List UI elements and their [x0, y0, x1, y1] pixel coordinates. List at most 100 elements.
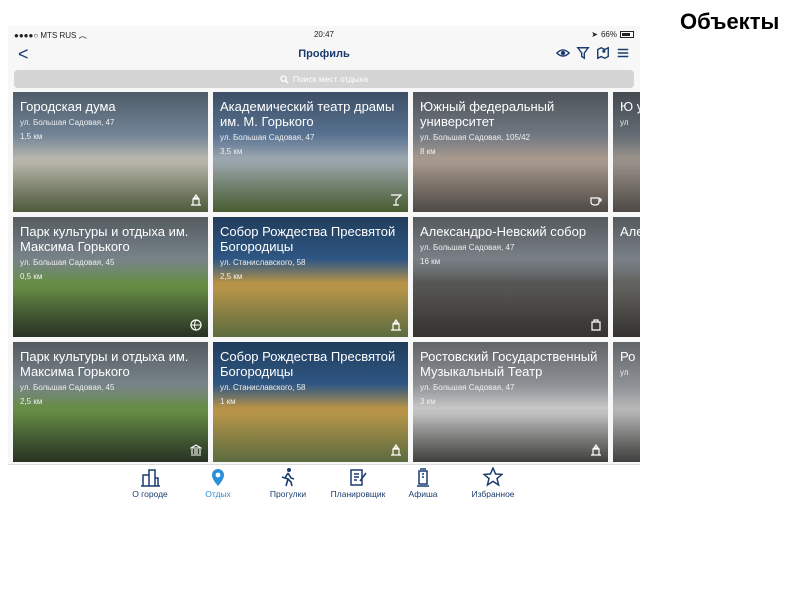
star-icon — [483, 467, 503, 487]
place-title: Академический театр драмы им. М. Горьког… — [220, 99, 404, 157]
place-name: Ростовский Государственный Музыкальный Т… — [420, 349, 598, 379]
navigation-bar: < Профиль — [8, 42, 640, 68]
tab-bar: О городе Отдых Прогулки Планировщик Афиша Изб… — [8, 464, 640, 501]
place-address: ул — [620, 368, 629, 377]
place-name: Ро Му — [620, 349, 640, 364]
battery-icon — [620, 31, 634, 38]
place-name: Городская дума — [20, 99, 116, 114]
place-distance: 16 км — [420, 257, 441, 266]
tab-label: Отдых — [205, 489, 231, 499]
place-distance: 2,5 км — [220, 272, 243, 281]
cocktail-icon — [391, 194, 402, 206]
page-title: Профиль — [298, 48, 350, 60]
place-address: ул. Станиславского, 58 — [220, 383, 306, 392]
place-distance: 3 км — [420, 397, 436, 406]
place-card[interactable]: Парк культуры и отдыха им. Максима Горьк… — [13, 342, 208, 462]
museum-icon — [190, 444, 202, 456]
place-card[interactable]: Собор Рождества Пресвятой Богородицы ул. … — [213, 342, 408, 462]
tab-city[interactable]: О городе — [115, 467, 185, 499]
place-address: ул. Большая Садовая, 105/42 — [420, 133, 531, 142]
walker-icon — [281, 468, 295, 487]
place-name: Парк культуры и отдыха им. Максима Горьк… — [20, 349, 189, 379]
place-distance: 8 км — [420, 147, 436, 156]
place-distance: 3,5 км — [220, 147, 243, 156]
ball-icon — [190, 319, 202, 331]
place-card[interactable]: Александро-Невский собор ул. Большая Садо… — [413, 217, 608, 337]
page-caption: Объекты — [680, 9, 780, 34]
tab-star[interactable]: Избранное — [458, 467, 528, 499]
place-card[interactable]: Але — [613, 217, 640, 337]
tab-label: Афиша — [408, 489, 438, 499]
places-grid: Городская дума ул. Большая Садовая, 47 1,5… — [13, 92, 640, 464]
coffee-icon — [590, 197, 602, 206]
battery-status: ➤ 66% — [591, 30, 634, 39]
place-address: ул. Большая Садовая, 47 — [420, 243, 515, 252]
place-card[interactable]: Собор Рождества Пресвятой Богородицы ул. … — [213, 217, 408, 337]
place-name: Парк культуры и отдыха им. Максима Горьк… — [20, 224, 189, 254]
place-title: Собор Рождества Пресвятой Богородицы ул. … — [220, 349, 404, 407]
place-title: Южный федеральный университет ул. Большая… — [420, 99, 604, 157]
planner-icon — [350, 469, 367, 486]
map-icon[interactable] — [596, 46, 610, 60]
place-name: Але — [620, 224, 640, 239]
tab-walker[interactable]: Прогулки — [253, 467, 323, 499]
place-name: Академический театр драмы им. М. Горьког… — [220, 99, 395, 129]
place-title: Ю у ул — [620, 99, 640, 128]
place-title: Ро Му ул — [620, 349, 640, 378]
place-card[interactable]: Ро Му ул — [613, 342, 640, 462]
status-bar: ●●●●○ MTS RUS ︵ 20:47 ➤ 66% — [8, 26, 640, 42]
place-distance: 1 км — [220, 397, 236, 406]
bag-icon — [591, 319, 601, 331]
place-title: Парк культуры и отдыха им. Максима Горьк… — [20, 224, 204, 282]
tab-label: Планировщик — [330, 489, 386, 499]
place-title: Собор Рождества Пресвятой Богородицы ул. … — [220, 224, 404, 282]
search-icon — [280, 74, 289, 84]
place-title: Парк культуры и отдыха им. Максима Горьк… — [20, 349, 204, 407]
place-name: Ю у — [620, 99, 640, 114]
clock-label: 20:47 — [313, 30, 335, 39]
tab-label: О городе — [132, 489, 168, 499]
place-title: Ростовский Государственный Музыкальный Т… — [420, 349, 604, 407]
monument-icon — [591, 444, 601, 456]
search-placeholder: Поиск мест отдыха — [292, 74, 369, 84]
place-title: Городская дума ул. Большая Садовая, 47 1,5… — [20, 99, 204, 142]
filter-icon[interactable] — [576, 46, 590, 60]
place-card[interactable]: Академический театр драмы им. М. Горьког… — [213, 92, 408, 212]
place-title: Александро-Невский собор ул. Большая Садо… — [420, 224, 604, 267]
place-address: ул. Большая Садовая, 47 — [20, 118, 115, 127]
place-card[interactable]: Парк культуры и отдыха им. Максима Горьк… — [13, 217, 208, 337]
place-address: ул. Большая Садовая, 45 — [20, 258, 115, 267]
place-card[interactable]: Ю у ул — [613, 92, 640, 212]
city-icon — [141, 469, 160, 487]
tab-poster-column[interactable]: Афиша — [388, 467, 458, 499]
place-card[interactable]: Ростовский Государственный Музыкальный Т… — [413, 342, 608, 462]
search-input[interactable]: Поиск мест отдыха — [14, 70, 634, 88]
place-address: ул — [620, 118, 629, 127]
eye-icon[interactable] — [556, 46, 570, 60]
place-distance: 2,5 км — [20, 397, 43, 406]
monument-icon — [391, 444, 401, 456]
place-address: ул. Большая Садовая, 47 — [420, 383, 515, 392]
menu-icon[interactable] — [616, 46, 630, 60]
location-pin-icon — [212, 469, 224, 486]
place-address: ул. Большая Садовая, 45 — [20, 383, 115, 392]
tab-planner[interactable]: Планировщик — [323, 467, 393, 499]
place-distance: 1,5 км — [20, 132, 43, 141]
place-name: Южный федеральный университет — [420, 99, 555, 129]
place-name: Собор Рождества Пресвятой Богородицы — [220, 349, 396, 379]
place-name: Александро-Невский собор — [420, 224, 587, 239]
place-card[interactable]: Городская дума ул. Большая Садовая, 47 1,5… — [13, 92, 208, 212]
place-card[interactable]: Южный федеральный университет ул. Большая… — [413, 92, 608, 212]
place-address: ул. Станиславского, 58 — [220, 258, 306, 267]
tab-label: Прогулки — [269, 489, 307, 499]
place-name: Собор Рождества Пресвятой Богородицы — [220, 224, 396, 254]
monument-icon — [191, 194, 201, 206]
poster-column-icon — [417, 468, 429, 487]
tab-location-pin[interactable]: Отдых — [183, 467, 253, 499]
place-title: Але — [620, 224, 640, 239]
place-address: ул. Большая Садовая, 47 — [220, 133, 315, 142]
place-distance: 0,5 км — [20, 272, 43, 281]
tablet-screen: ●●●●○ MTS RUS ︵ 20:47 ➤ 66% < Профиль Пои… — [8, 26, 640, 501]
tab-label: Избранное — [471, 489, 515, 499]
monument-icon — [391, 319, 401, 331]
